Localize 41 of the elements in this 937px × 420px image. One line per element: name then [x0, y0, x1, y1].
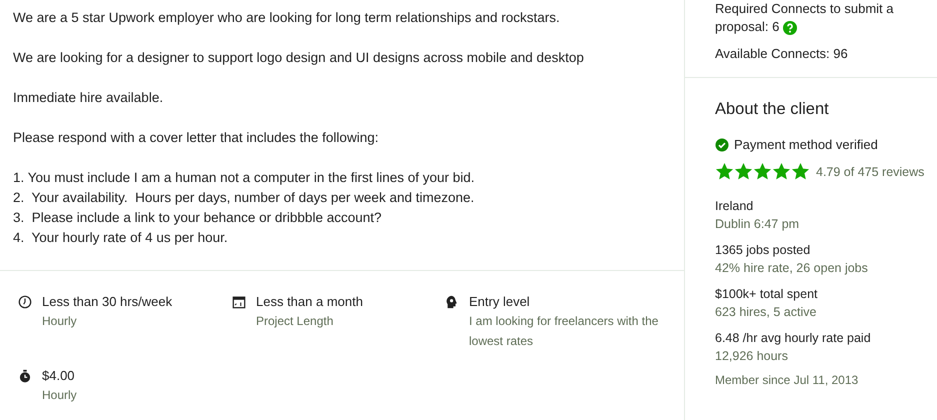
star-icon: [753, 162, 772, 181]
clock-icon: [18, 295, 32, 309]
requirement-line: 2. Your availability. Hours per days, number of days per week and timezone.: [13, 189, 476, 207]
reviews-text: 4.79 of 475 reviews: [816, 164, 924, 178]
client-stat-detail: 623 hires, 5 active: [715, 304, 818, 321]
client-stat-detail: 12,926 hours: [715, 348, 789, 365]
client-stat-detail: Dublin 6:47 pm: [715, 216, 800, 233]
payment-status: Payment method verified: [734, 137, 878, 152]
client-stat-title: $100k+ total spent: [715, 286, 819, 303]
required-connects-text: Required Connects to submit a proposal: 6: [715, 0, 894, 36]
feature-subtitle: Project Length: [256, 313, 334, 330]
help-icon[interactable]: [782, 20, 797, 35]
feature-title: Entry level: [469, 293, 531, 311]
star-icon: [734, 162, 753, 181]
feature-title: Less than 30 hrs/week: [42, 293, 172, 311]
verified-icon: [715, 138, 729, 152]
star-icon: [791, 162, 810, 181]
star-icon: [772, 162, 791, 181]
client-stat-detail: 42% hire rate, 26 open jobs: [715, 260, 869, 277]
client-stat-title: 6.48 /hr avg hourly rate paid: [715, 330, 872, 347]
description-paragraph: Immediate hire available.: [13, 89, 164, 107]
requirement-line: 4. Your hourly rate of 4 us per hour.: [13, 229, 229, 247]
description-paragraph: Please respond with a cover letter that includes the following:: [13, 129, 380, 147]
description-paragraph: We are a 5 star Upwork employer who are looking for long term relationships and rockstars.: [13, 9, 561, 27]
star-icon: [715, 162, 734, 181]
head-icon: [445, 295, 459, 309]
client-stat-title: Ireland: [715, 198, 754, 215]
feature-subtitle: Hourly: [42, 313, 78, 330]
member-since-text: Member since Jul 11, 2013: [715, 373, 860, 387]
feature-title: $4.00: [42, 367, 76, 385]
requirement-line: 3. Please include a link to your behance or dribbble account?: [13, 209, 382, 227]
calendar-icon: [232, 295, 246, 309]
available-connects-text: Available Connects: 96: [715, 45, 849, 63]
feature-subtitle: Hourly: [42, 387, 77, 404]
feature-subtitle: I am looking for freelancers with the lowest rates: [469, 313, 660, 350]
stopwatch-icon: [18, 369, 32, 383]
feature-title: Less than a month: [256, 293, 363, 311]
section-heading: About the client: [715, 100, 830, 119]
client-stat-title: 1365 jobs posted: [715, 242, 812, 259]
description-paragraph: We are looking for a designer to support logo design and UI designs across mobile and desktop: [13, 49, 585, 67]
requirement-line: 1. You must include I am a human not a computer in the first lines of your bid.: [13, 169, 476, 187]
